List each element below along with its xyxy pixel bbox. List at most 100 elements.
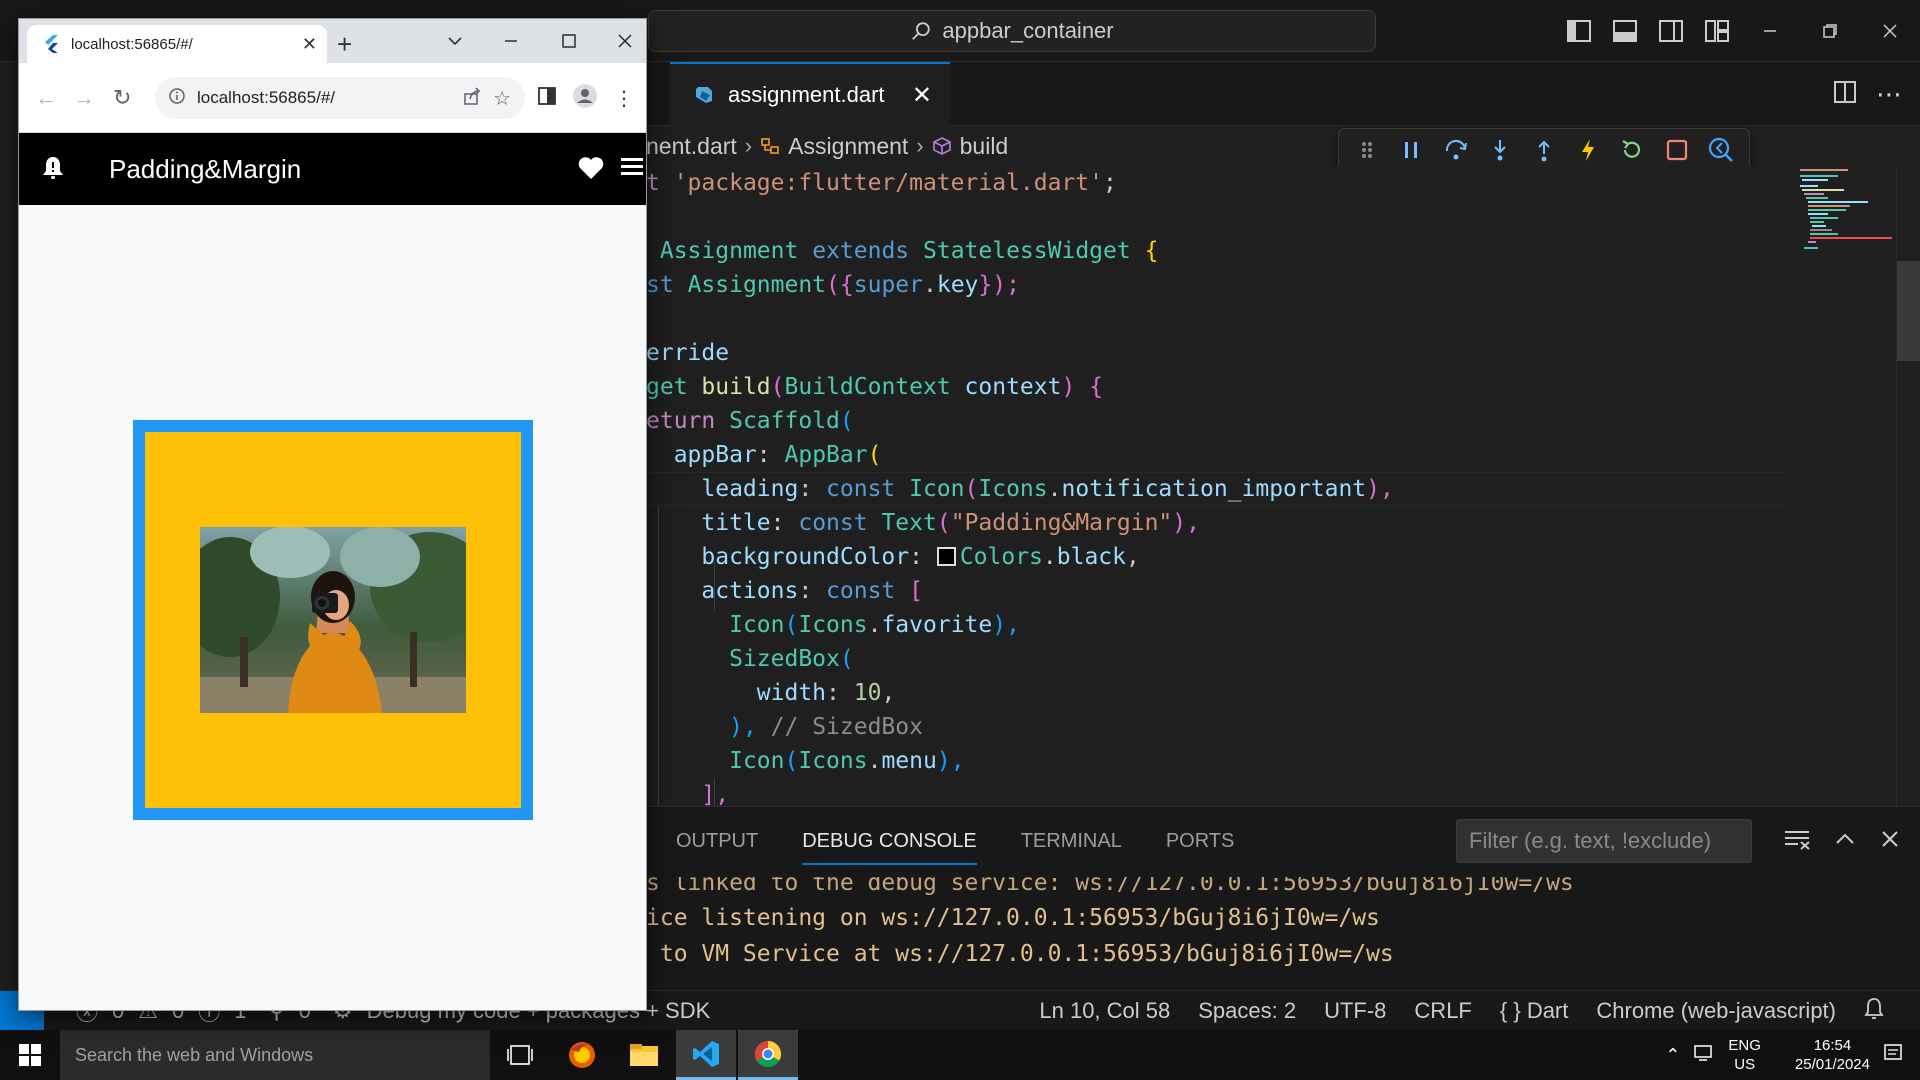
tab-search-chevron-icon[interactable] — [445, 19, 465, 63]
console-filter-input[interactable]: Filter (e.g. text, !exclude) — [1456, 819, 1752, 863]
command-center[interactable]: appbar_container — [648, 10, 1376, 52]
filter-placeholder: Filter (e.g. text, !exclude) — [1469, 828, 1712, 853]
notification-important-icon[interactable] — [41, 155, 65, 186]
chrome-menu-kebab-icon[interactable]: ⋮ — [614, 86, 634, 111]
tab-ports[interactable]: PORTS — [1166, 830, 1235, 853]
toggle-panel-icon[interactable] — [1602, 0, 1648, 62]
vscode-taskbar-icon[interactable] — [676, 1030, 736, 1080]
notifications-bell-icon[interactable] — [1864, 997, 1884, 1025]
language-mode[interactable]: { } Dart — [1500, 998, 1569, 1024]
editor-scrollbar[interactable] — [1896, 166, 1920, 806]
indentation[interactable]: Spaces: 2 — [1198, 998, 1296, 1024]
maximize-panel-icon[interactable] — [1834, 828, 1856, 855]
tab-output[interactable]: OUTPUT — [676, 830, 758, 853]
console-line-3: to VM Service at ws://127.0.0.1:56953/bG… — [646, 941, 1394, 967]
vscode-restore-icon[interactable] — [1800, 0, 1860, 62]
task-view-icon[interactable] — [490, 1030, 550, 1080]
chevron-right-icon: › — [744, 133, 753, 158]
windows-taskbar: Search the web and Windows ⌃ ENG US 16:54… — [0, 1030, 1920, 1080]
console-line-2: ice listening on ws://127.0.0.1:56953/bG… — [646, 905, 1380, 931]
chrome-close-icon[interactable] — [617, 19, 633, 63]
chrome-toolbar: ← → ↻ localhost:56865/#/ ☆ ⋮ — [19, 63, 646, 133]
step-into-icon[interactable] — [1482, 132, 1518, 168]
code-editor[interactable]: t 'package:flutter/material.dart'; Assig… — [646, 166, 1788, 806]
side-panel-icon[interactable] — [538, 86, 556, 110]
chrome-taskbar-icon[interactable] — [738, 1030, 798, 1080]
code-line-12: backgroundColor: Colors.black, — [701, 544, 1140, 570]
flutter-favicon-icon — [45, 35, 58, 53]
toggle-secondary-sidebar-icon[interactable] — [1648, 0, 1694, 62]
favorite-icon[interactable] — [577, 155, 605, 186]
address-text: localhost:56865/#/ — [197, 88, 335, 107]
tab-assignment-dart[interactable]: assignment.dart ✕ — [670, 62, 950, 126]
encoding[interactable]: UTF-8 — [1324, 998, 1386, 1024]
code-line-6: erride — [646, 340, 730, 366]
drag-handle-icon[interactable] — [1349, 132, 1385, 168]
site-info-icon[interactable] — [169, 87, 185, 109]
tab-close-icon[interactable]: ✕ — [912, 81, 932, 110]
devtools-inspect-icon[interactable] — [1703, 132, 1739, 168]
menu-icon[interactable] — [619, 155, 645, 182]
toggle-primary-sidebar-icon[interactable] — [1556, 0, 1602, 62]
customize-layout-icon[interactable] — [1694, 0, 1740, 62]
language-indicator[interactable]: ENG US — [1728, 1036, 1761, 1074]
close-panel-icon[interactable] — [1880, 829, 1900, 854]
back-arrow-icon[interactable]: ← — [35, 85, 57, 111]
scrollbar-thumb[interactable] — [1897, 261, 1920, 361]
split-editor-icon[interactable] — [1834, 80, 1856, 108]
taskbar-search-placeholder: Search the web and Windows — [75, 1044, 314, 1065]
address-bar[interactable]: localhost:56865/#/ ☆ — [155, 77, 525, 119]
clear-console-icon[interactable] — [1784, 828, 1810, 855]
tab-terminal[interactable]: TERMINAL — [1021, 830, 1122, 853]
chrome-tab[interactable]: localhost:56865/#/ ✕ — [27, 25, 327, 63]
file-explorer-icon[interactable] — [614, 1030, 674, 1080]
chrome-maximize-icon[interactable] — [561, 19, 577, 63]
vscode-minimize-icon[interactable] — [1740, 0, 1800, 62]
tab-debug-console[interactable]: DEBUG CONSOLE — [802, 818, 977, 865]
clock[interactable]: 16:54 25/01/2024 — [1795, 1036, 1870, 1074]
minimap[interactable] — [1788, 166, 1896, 806]
code-line-16: width: 10, — [756, 680, 896, 706]
stop-icon[interactable] — [1659, 132, 1695, 168]
code-line-10: leading: const Icon(Icons.notification_i… — [701, 476, 1394, 502]
minimap-preview — [1800, 169, 1892, 249]
action-center-icon[interactable] — [1884, 1044, 1902, 1066]
breadcrumb-file[interactable]: nent.dart — [646, 133, 737, 160]
chevron-right-icon: › — [916, 133, 924, 158]
editor-tabbar: assignment.dart ✕ ⋯ — [646, 62, 1920, 126]
end-of-line[interactable]: CRLF — [1414, 998, 1471, 1024]
code-line-9: appBar: AppBar( — [673, 442, 882, 468]
share-icon[interactable] — [463, 86, 481, 110]
more-actions-icon[interactable]: ⋯ — [1876, 81, 1902, 107]
new-tab-icon[interactable]: + — [337, 29, 352, 60]
chrome-minimize-icon[interactable] — [503, 19, 519, 63]
reload-icon[interactable]: ↻ — [113, 85, 131, 111]
device-selector[interactable]: Chrome (web-javascript) — [1596, 998, 1836, 1024]
chevron-up-icon[interactable]: ⌃ — [1665, 1045, 1680, 1066]
appbar-title: Padding&Margin — [109, 154, 302, 184]
bottom-panel: OUTPUT DEBUG CONSOLE TERMINAL PORTS Filt… — [646, 806, 1920, 990]
breadcrumb-method[interactable]: build — [960, 133, 1009, 160]
network-icon[interactable] — [1694, 1044, 1714, 1066]
forward-arrow-icon[interactable]: → — [73, 85, 95, 111]
step-out-icon[interactable] — [1526, 132, 1562, 168]
bookmark-star-icon[interactable]: ☆ — [493, 86, 511, 111]
color-swatch[interactable] — [936, 547, 956, 566]
taskbar-search-input[interactable]: Search the web and Windows — [60, 1030, 490, 1080]
pause-icon[interactable] — [1393, 132, 1429, 168]
hot-reload-icon[interactable] — [1570, 132, 1606, 168]
method-symbol-icon — [932, 137, 951, 155]
start-button-icon[interactable] — [0, 1030, 60, 1080]
tab-label: assignment.dart — [728, 82, 885, 107]
step-over-icon[interactable] — [1438, 132, 1474, 168]
firefox-icon[interactable] — [552, 1030, 612, 1080]
breadcrumb-class[interactable]: Assignment — [788, 133, 908, 160]
chrome-tab-close-icon[interactable]: ✕ — [302, 34, 317, 55]
cursor-position[interactable]: Ln 10, Col 58 — [1039, 998, 1170, 1024]
vscode-close-icon[interactable] — [1860, 0, 1920, 62]
restart-icon[interactable] — [1614, 132, 1650, 168]
profile-avatar-icon[interactable] — [572, 83, 598, 114]
breadcrumb: nent.dart › Assignment › build — [646, 126, 1346, 166]
code-line-7: get build(BuildContext context) { — [646, 374, 1104, 400]
panel-tabs: OUTPUT DEBUG CONSOLE TERMINAL PORTS — [676, 807, 1234, 875]
